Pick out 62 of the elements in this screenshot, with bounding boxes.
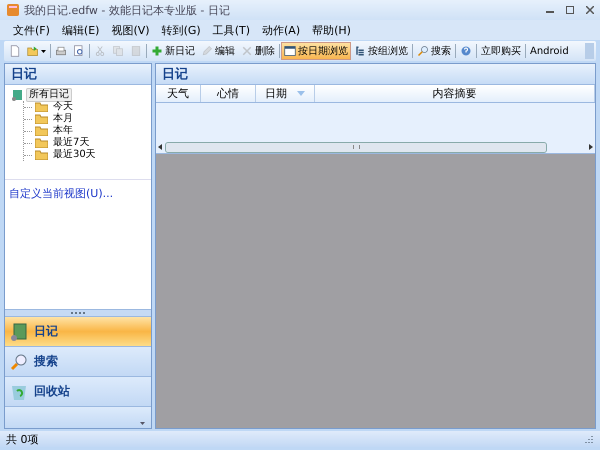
menu-item[interactable]: 编辑(E): [56, 20, 104, 40]
search-icon: [10, 352, 28, 370]
panel-title: 日记: [5, 64, 151, 85]
tree-item[interactable]: 本月: [51, 113, 75, 125]
maximize-icon[interactable]: [566, 6, 574, 14]
nav-button[interactable]: 搜索: [5, 346, 151, 376]
folder-icon: [35, 126, 48, 136]
panel-title: 日记: [156, 64, 595, 85]
search-icon: [417, 45, 429, 57]
column-header[interactable]: 天气: [156, 85, 201, 102]
column-header[interactable]: 日期: [256, 85, 315, 102]
help-icon: [460, 45, 472, 57]
app-logo-icon: [6, 3, 20, 17]
preview-icon: [73, 45, 85, 57]
list-icon: [354, 45, 366, 57]
cross-icon: [241, 45, 253, 57]
menu-item[interactable]: 文件(F): [8, 20, 55, 40]
scroll-right-icon[interactable]: [589, 144, 593, 150]
printer-icon: [55, 45, 67, 57]
toolbar-button[interactable]: 立即购买: [478, 42, 524, 60]
scissors-icon: [94, 45, 106, 57]
resize-grip-icon[interactable]: [585, 434, 594, 444]
column-header[interactable]: 心情: [201, 85, 256, 102]
toolbar-button[interactable]: 按日期浏览: [281, 42, 351, 60]
folder-icon: [27, 45, 39, 57]
tree-item[interactable]: 所有日记: [26, 88, 72, 102]
caret-icon: [140, 422, 145, 425]
folder-icon: [35, 150, 48, 160]
caret-icon: [41, 50, 46, 52]
status-text: 共 0项: [6, 432, 38, 446]
tree-item[interactable]: 今天: [51, 101, 75, 113]
calendar-icon: [284, 45, 296, 57]
window-title: 我的日记.edfw - 效能日记本专业版 - 日记: [24, 2, 231, 18]
scroll-left-icon[interactable]: [158, 144, 162, 150]
folder-icon: [35, 138, 48, 148]
folder-icon: [35, 114, 48, 124]
menu-item[interactable]: 动作(A): [257, 20, 306, 40]
tree-item[interactable]: 最近30天: [51, 149, 98, 161]
pencil-icon: [201, 45, 213, 57]
menu-item[interactable]: 视图(V): [106, 20, 155, 40]
copy-icon: [112, 45, 124, 57]
menu-item[interactable]: 帮助(H): [307, 20, 356, 40]
nav-button[interactable]: 日记: [5, 316, 151, 346]
toolbar-button[interactable]: 搜索: [414, 42, 454, 60]
column-header[interactable]: 内容摘要: [315, 85, 595, 102]
new-document-icon: [9, 45, 21, 57]
horizontal-scrollbar[interactable]: [156, 141, 595, 154]
menu-item[interactable]: 转到(G): [156, 20, 206, 40]
tree-item[interactable]: 本年: [51, 125, 75, 137]
toolbar-button[interactable]: 新日记: [148, 42, 198, 60]
paste-icon: [130, 45, 142, 57]
tree-item[interactable]: 最近7天: [51, 137, 92, 149]
toolbar-button[interactable]: 按组浏览: [351, 42, 411, 60]
book-icon: [10, 322, 28, 340]
toolbar-button[interactable]: Android: [527, 42, 572, 60]
customize-view-link[interactable]: 自定义当前视图(U)...: [5, 180, 151, 207]
nav-button[interactable]: 回收站: [5, 376, 151, 406]
menu-item[interactable]: 工具(T): [208, 20, 255, 40]
close-icon[interactable]: [586, 6, 594, 14]
plus-icon: [151, 45, 163, 57]
splitter-handle[interactable]: [5, 309, 151, 316]
diary-book-icon: [11, 89, 23, 101]
